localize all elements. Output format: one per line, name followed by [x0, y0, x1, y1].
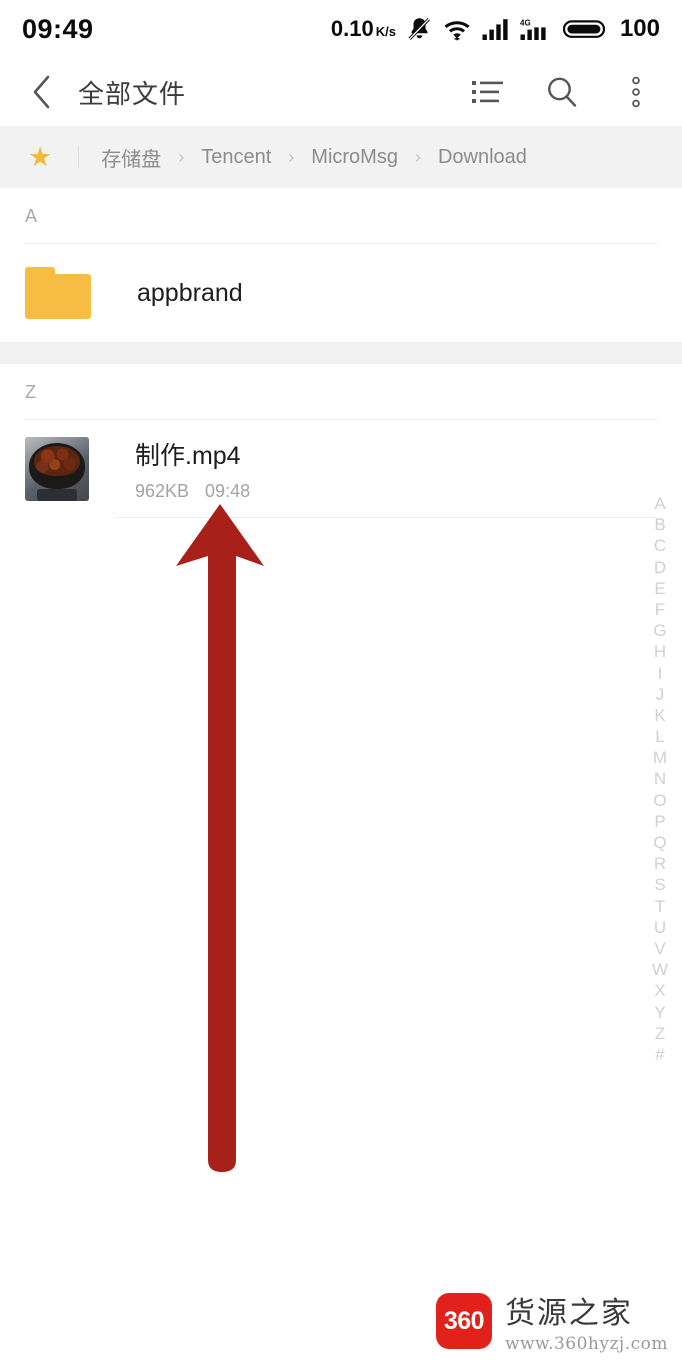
file-name: 制作.mp4 — [135, 442, 241, 470]
section-divider-band — [0, 342, 682, 364]
alphabet-index-letter[interactable]: J — [656, 684, 665, 705]
alphabet-index-letter[interactable]: N — [654, 768, 666, 789]
alphabet-index-letter[interactable]: S — [654, 874, 665, 895]
breadcrumb-item-2[interactable]: MicroMsg — [311, 146, 398, 169]
alphabet-index-scrubber[interactable]: A B C D E F G H I J K L M N O P Q R S T U V W X Y Z # — [648, 493, 672, 1065]
alphabet-index-letter[interactable]: G — [653, 620, 666, 641]
video-thumbnail — [25, 437, 89, 501]
breadcrumb-divider — [78, 146, 80, 168]
alphabet-index-letter[interactable]: F — [655, 599, 665, 620]
breadcrumb-item-3[interactable]: Download — [438, 146, 527, 169]
alphabet-index-letter[interactable]: # — [655, 1044, 664, 1065]
alphabet-index-letter[interactable]: B — [654, 514, 665, 535]
network-speed-value: 0.10 — [330, 16, 374, 41]
breadcrumb-item-0[interactable]: 存储盘 — [101, 143, 161, 172]
bell-muted-icon — [408, 17, 430, 41]
alphabet-index-letter[interactable]: E — [654, 578, 665, 599]
breadcrumb-separator-icon: › — [414, 146, 421, 167]
alphabet-index-letter[interactable]: U — [654, 917, 666, 938]
network-speed-unit-numerator: K — [375, 24, 386, 39]
alphabet-index-letter[interactable]: R — [654, 853, 666, 874]
alphabet-index-letter[interactable]: I — [658, 663, 663, 684]
alphabet-index-letter[interactable]: W — [652, 959, 668, 980]
breadcrumb-separator-icon: › — [178, 146, 185, 167]
more-options-button[interactable] — [616, 72, 656, 112]
file-time: 09:48 — [205, 481, 251, 501]
alphabet-index-letter[interactable]: M — [653, 747, 667, 768]
section-header-z: Z — [0, 364, 682, 420]
folder-name: appbrand — [137, 278, 243, 307]
battery-full-icon — [562, 20, 606, 38]
network-speed-unit: K/s — [375, 24, 396, 39]
red-up-arrow-annotation — [152, 500, 292, 1180]
star-icon[interactable]: ★ — [28, 143, 52, 171]
phone-screen: 09:49 0.10 K/s 4G 100 全部文件 ★ 存储盘 › Tence… — [0, 0, 682, 1364]
list-item[interactable]: appbrand — [0, 244, 682, 342]
file-subtitle: 962KB 09:48 — [135, 481, 250, 502]
folder-icon — [25, 267, 91, 319]
alphabet-index-letter[interactable]: X — [654, 980, 665, 1001]
alphabet-index-letter[interactable]: P — [654, 811, 665, 832]
watermark-badge: 360 — [435, 1293, 492, 1349]
list-view-icon — [472, 81, 503, 103]
app-bar: 全部文件 — [0, 58, 682, 126]
more-vertical-icon — [632, 76, 640, 108]
file-meta: 制作.mp4 962KB 09:48 — [135, 436, 250, 502]
alphabet-index-letter[interactable]: Q — [653, 832, 666, 853]
status-icons: 0.10 K/s 4G 100 — [331, 15, 660, 43]
wifi-icon — [444, 21, 470, 41]
back-button[interactable] — [20, 70, 64, 114]
alphabet-index-letter[interactable]: Z — [655, 1023, 665, 1044]
alphabet-index-letter[interactable]: O — [653, 790, 666, 811]
battery-percent-label: 100 — [619, 15, 660, 42]
status-bar: 09:49 0.10 K/s 4G 100 — [0, 0, 682, 58]
breadcrumb-item-1[interactable]: Tencent — [201, 146, 271, 169]
alphabet-index-letter[interactable]: Y — [654, 1002, 665, 1023]
cellular-4g-signal-icon: 4G — [520, 19, 546, 40]
network-speed-indicator: 0.10 K/s — [331, 16, 396, 42]
section-header-a: A — [0, 188, 682, 244]
alphabet-index-letter[interactable]: H — [654, 641, 666, 662]
watermark-url: www.360hyzj.com — [504, 1334, 668, 1354]
list-item[interactable]: 制作.mp4 962KB 09:48 — [0, 420, 682, 518]
svg-text:4G: 4G — [520, 19, 531, 28]
back-chevron-icon — [33, 75, 50, 109]
file-size: 962KB — [135, 481, 190, 501]
watermark-title: 货源之家 — [504, 1296, 633, 1331]
breadcrumb: ★ 存储盘 › Tencent › MicroMsg › Download — [0, 126, 682, 188]
file-list: A appbrand Z 制作.mp4 962KB 09:48 — [0, 188, 682, 518]
alphabet-index-letter[interactable]: T — [655, 896, 665, 917]
alphabet-index-letter[interactable]: D — [654, 557, 666, 578]
search-icon — [548, 77, 577, 107]
alphabet-index-letter[interactable]: K — [654, 705, 665, 726]
breadcrumb-separator-icon: › — [288, 146, 295, 167]
network-speed-unit-denominator: s — [388, 24, 396, 39]
alphabet-index-letter[interactable]: A — [654, 493, 665, 514]
alphabet-index-letter[interactable]: L — [655, 726, 664, 747]
cellular-signal-icon — [482, 19, 508, 40]
alphabet-index-letter[interactable]: C — [654, 535, 666, 556]
alphabet-index-letter[interactable]: V — [654, 938, 665, 959]
watermark: 360 货源之家 www.360hyzj.com — [435, 1288, 668, 1354]
page-title: 全部文件 — [78, 78, 187, 109]
status-clock: 09:49 — [22, 13, 94, 44]
search-button[interactable] — [542, 72, 582, 112]
app-bar-actions — [468, 72, 662, 112]
watermark-text: 货源之家 www.360hyzj.com — [505, 1288, 668, 1354]
list-view-button[interactable] — [468, 72, 508, 112]
